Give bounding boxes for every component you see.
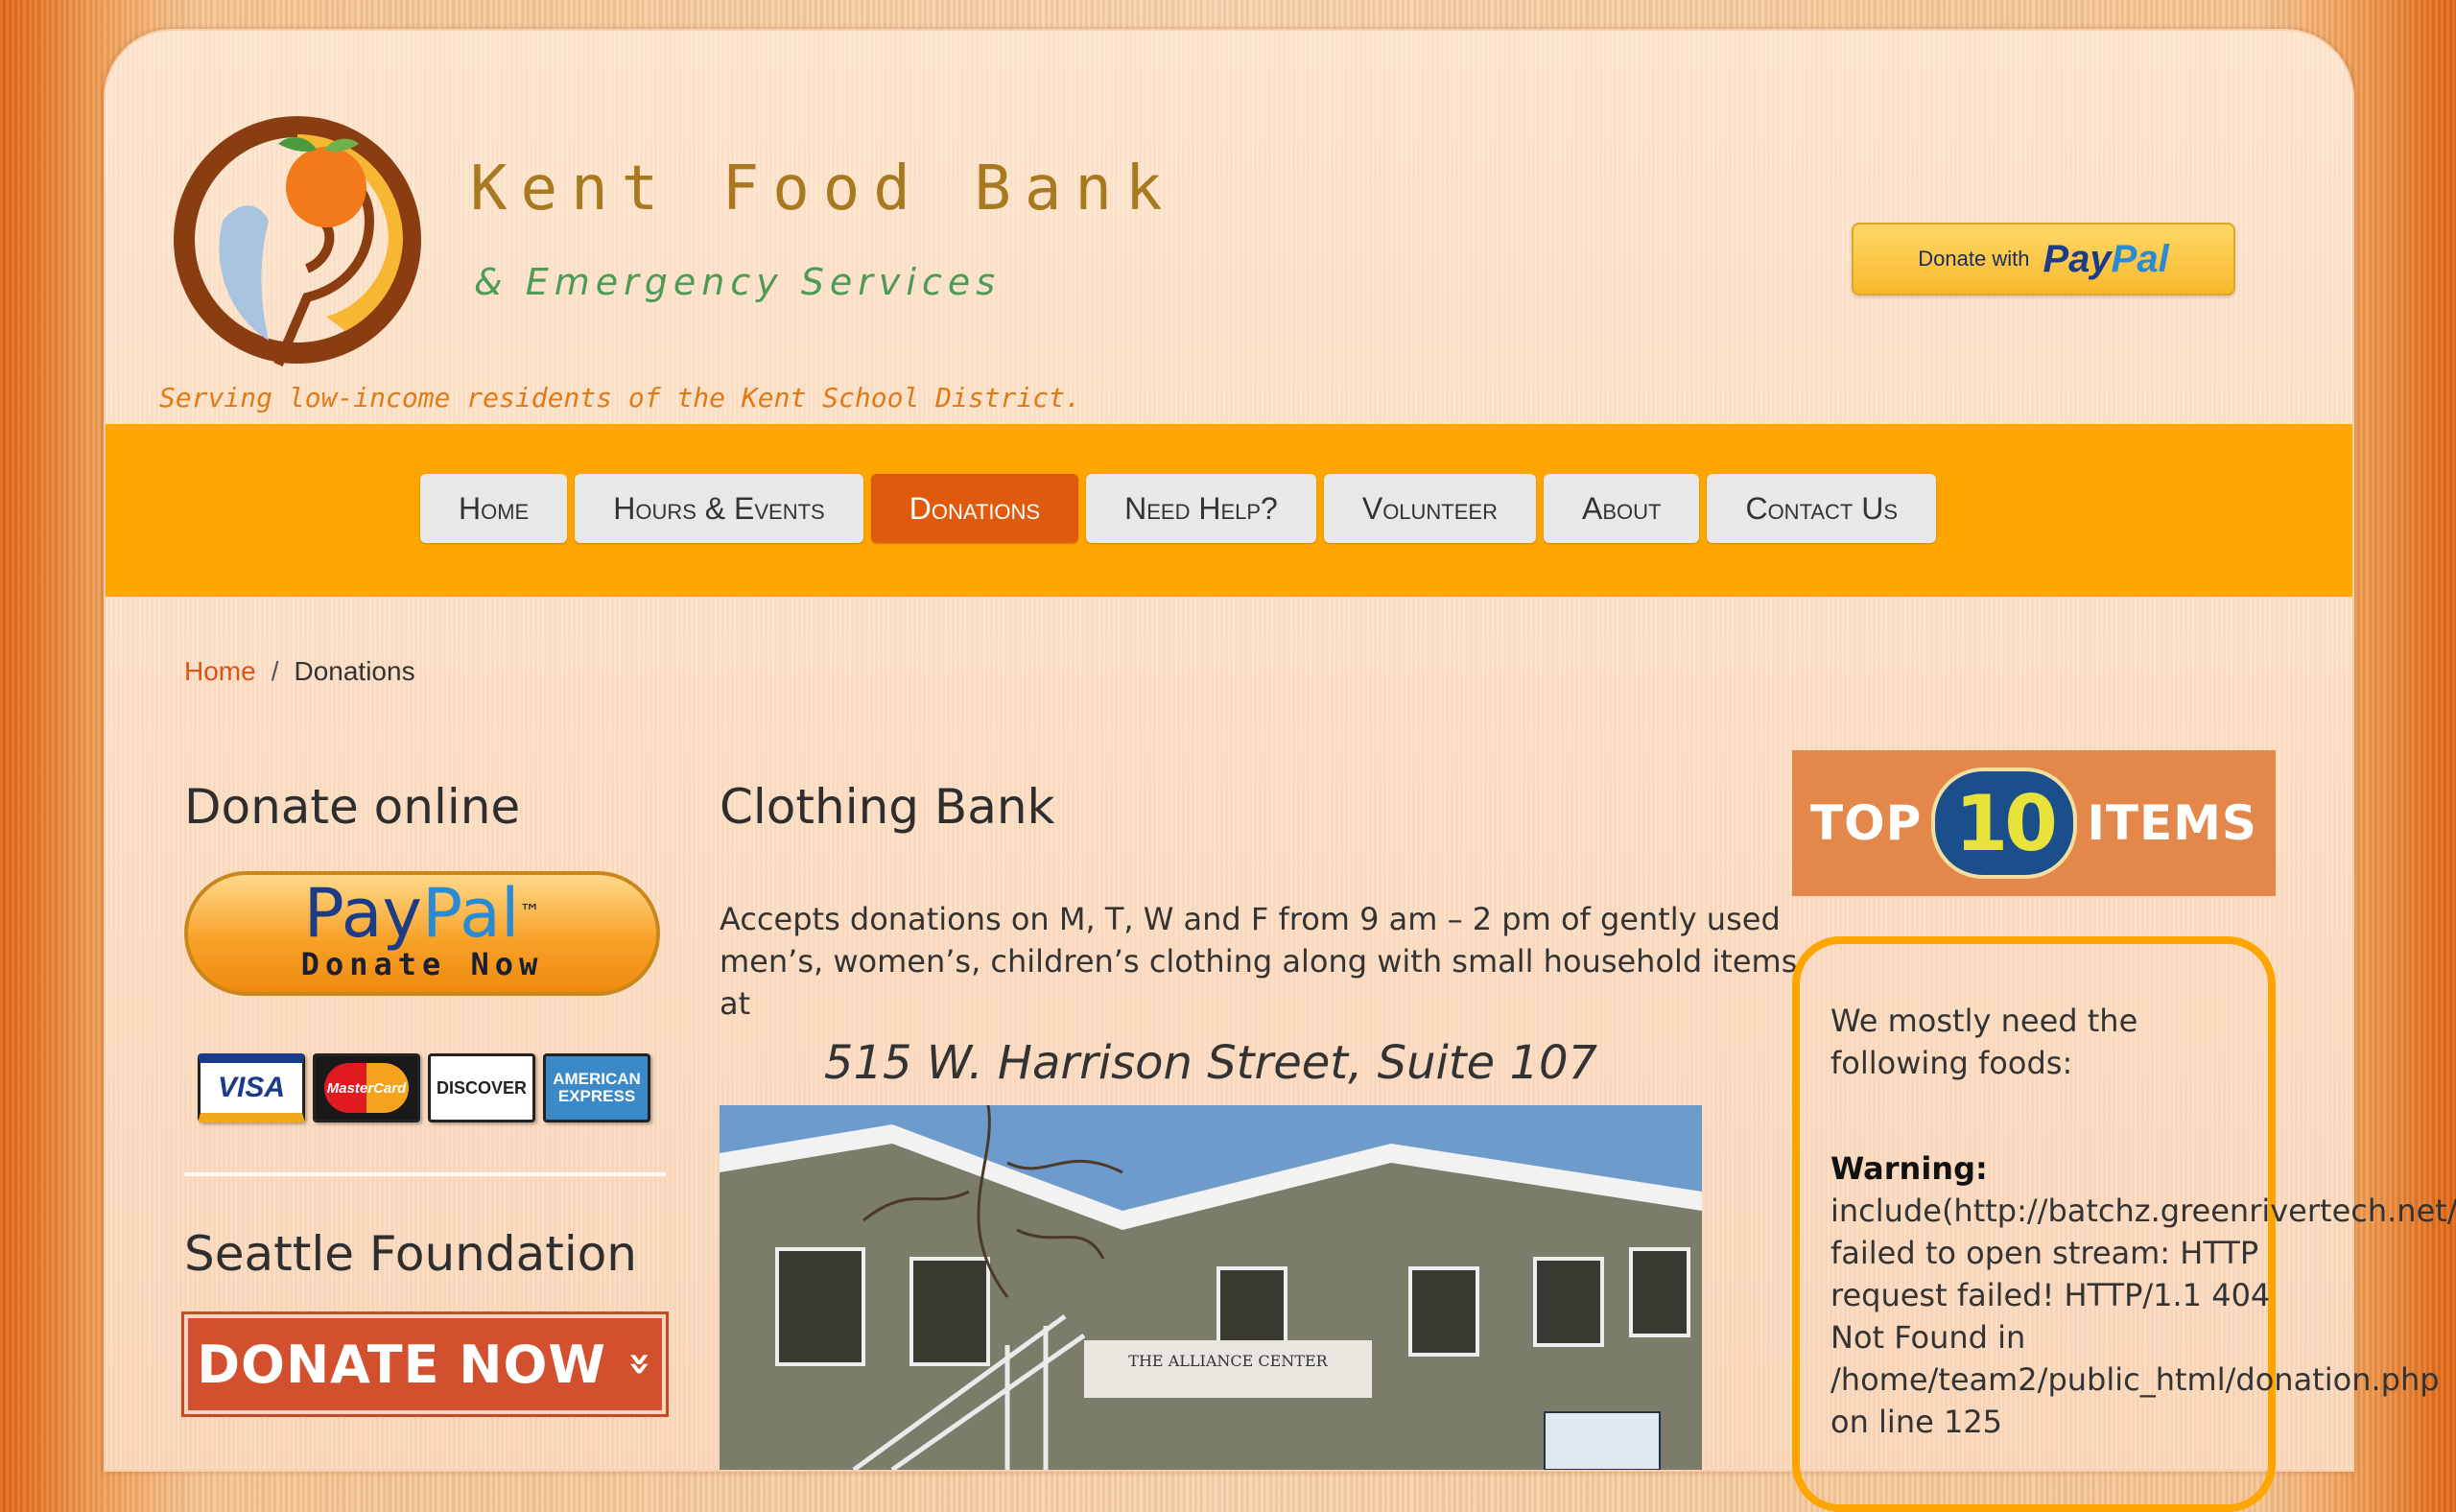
page-container: Kent Food Bank & Emergency Services Serv… — [104, 29, 2456, 1512]
main-nav: Home Hours & Events Donations Need Help?… — [106, 424, 2352, 597]
brand-title[interactable]: Kent Food Bank — [470, 154, 1175, 224]
visa-icon: VISA — [198, 1053, 305, 1122]
warning-line: Not Found in — [1830, 1319, 2026, 1356]
top10-right-text: ITEMS — [2087, 795, 2257, 851]
paypal-button-label: Donate with — [1918, 247, 2030, 271]
top-10-items-banner: TOP 10 ITEMS — [1792, 750, 2276, 896]
donate-now-label: DONATE NOW — [197, 1334, 606, 1395]
sidebar-divider — [184, 1172, 666, 1176]
donate-online-heading: Donate online — [184, 779, 521, 835]
nav-hours-events[interactable]: Hours & Events — [575, 474, 863, 543]
discover-icon: DISCOVER — [428, 1053, 535, 1122]
breadcrumb: Home / Donations — [184, 656, 415, 687]
credit-card-logos: VISA MasterCard DISCOVER AMERICAN EXPRES… — [198, 1053, 650, 1122]
seattle-foundation-heading: Seattle Foundation — [184, 1226, 637, 1282]
nav-donations[interactable]: Donations — [870, 474, 1079, 543]
mastercard-icon: MasterCard — [313, 1053, 420, 1122]
clothing-bank-heading: Clothing Bank — [720, 779, 1055, 835]
nav-contact-us[interactable]: Contact Us — [1707, 474, 1937, 543]
warning-label: Warning: — [1830, 1150, 1988, 1187]
breadcrumb-current: Donations — [294, 656, 415, 686]
nav-need-help[interactable]: Need Help? — [1086, 474, 1316, 543]
nav-about[interactable]: About — [1543, 474, 1700, 543]
top10-left-text: TOP — [1810, 795, 1923, 851]
photo-sign-text: THE ALLIANCE CENTER — [1128, 1352, 1328, 1370]
brand-subtitle: & Emergency Services — [474, 261, 1002, 303]
kent-food-bank-logo[interactable] — [163, 77, 432, 399]
tagline: Serving low-income residents of the Kent… — [159, 382, 1081, 413]
seattle-foundation-donate-now-button[interactable]: DONATE NOW » — [181, 1311, 669, 1417]
american-express-icon: AMERICAN EXPRESS — [543, 1053, 650, 1122]
warning-line: failed to open stream: HTTP — [1830, 1235, 2259, 1271]
warning-line: include(http://batchz.greenrivertech.net… — [1830, 1193, 2456, 1229]
nav-volunteer[interactable]: Volunteer — [1323, 474, 1536, 543]
chevron-down-icon: » — [618, 1351, 663, 1378]
donate-with-paypal-button[interactable]: Donate with PayPal — [1852, 223, 2235, 295]
paypal-donate-now-label: Donate Now — [300, 946, 544, 982]
alliance-center-photo: THE ALLIANCE CENTER — [720, 1105, 1702, 1470]
paypal-donate-now-button[interactable]: PayPal™ Donate Now — [184, 871, 660, 996]
top10-number: 10 — [1931, 768, 2078, 879]
warning-line: on line 125 — [1830, 1404, 2003, 1440]
paypal-logo: PayPal — [2043, 237, 2169, 280]
clothing-bank-address: 515 W. Harrison Street, Suite 107 — [823, 1036, 1598, 1090]
paypal-logo: PayPal™ — [303, 874, 541, 953]
breadcrumb-home-link[interactable]: Home — [184, 656, 256, 686]
nav-home[interactable]: Home — [420, 474, 568, 543]
clothing-bank-description: Accepts donations on M, T, W and F from … — [720, 901, 1798, 1022]
warning-line: request failed! HTTP/1.1 404 — [1830, 1277, 2271, 1313]
warning-line: /home/team2/public_html/donation.php — [1830, 1361, 2440, 1398]
needed-foods-intro: We mostly need the following foods: — [1830, 1003, 2138, 1081]
breadcrumb-separator: / — [271, 656, 279, 686]
